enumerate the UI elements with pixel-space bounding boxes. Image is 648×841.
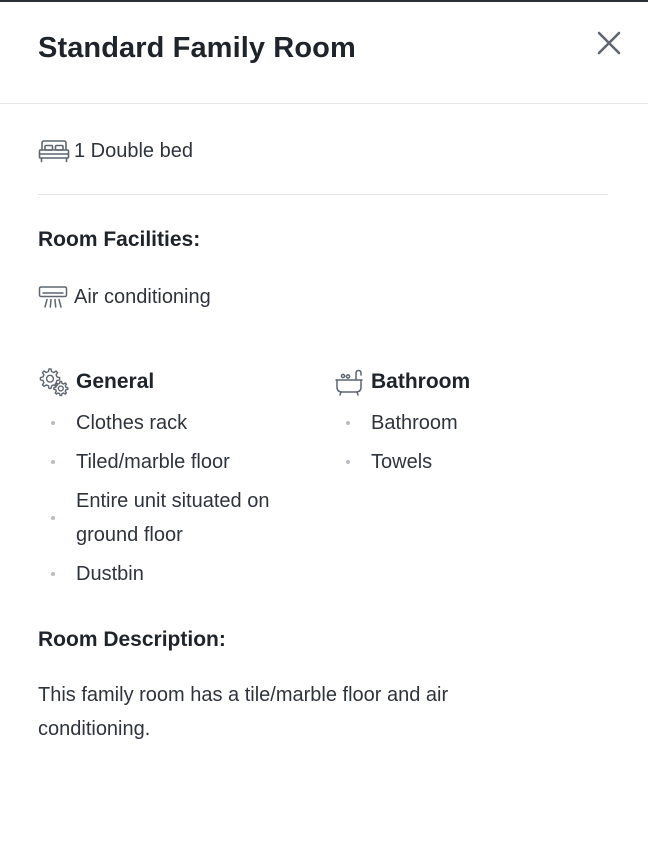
room-description-heading: Room Description:	[38, 628, 226, 651]
bathroom-header: Bathroom	[333, 366, 593, 398]
bathroom-column: Bathroom Bathroom Towels	[333, 366, 593, 484]
bathroom-amenities-list: Bathroom Towels	[333, 406, 593, 479]
close-button[interactable]	[592, 26, 626, 60]
close-icon	[597, 31, 621, 55]
modal-header: Standard Family Room	[0, 2, 648, 104]
list-item: Clothes rack	[38, 406, 318, 440]
bed-info: 1 Double bed	[38, 136, 193, 166]
general-amenities-list: Clothes rack Tiled/marble floor Entire u…	[38, 406, 318, 591]
list-item: Tiled/marble floor	[38, 445, 318, 479]
list-item: Dustbin	[38, 557, 318, 591]
bed-icon	[38, 140, 70, 163]
gears-icon	[39, 368, 69, 397]
general-header: General	[38, 366, 318, 398]
room-facilities-heading: Room Facilities:	[38, 228, 201, 251]
air-conditioner-icon	[38, 286, 68, 308]
facility-highlight: Air conditioning	[38, 282, 211, 312]
list-item: Towels	[333, 445, 593, 479]
bed-label: 1 Double bed	[74, 139, 193, 162]
room-description-text: This family room has a tile/marble floor…	[38, 684, 449, 740]
facility-air-conditioning: Air conditioning	[74, 285, 211, 308]
section-divider	[38, 194, 608, 195]
general-heading: General	[76, 370, 155, 393]
general-column: General Clothes rack Tiled/marble floor …	[38, 366, 318, 596]
room-title: Standard Family Room	[38, 32, 356, 64]
bathtub-icon	[335, 369, 363, 396]
list-item: Entire unit situated on ground floor	[38, 484, 318, 552]
list-item: Bathroom	[333, 406, 593, 440]
bathroom-heading: Bathroom	[371, 370, 471, 393]
